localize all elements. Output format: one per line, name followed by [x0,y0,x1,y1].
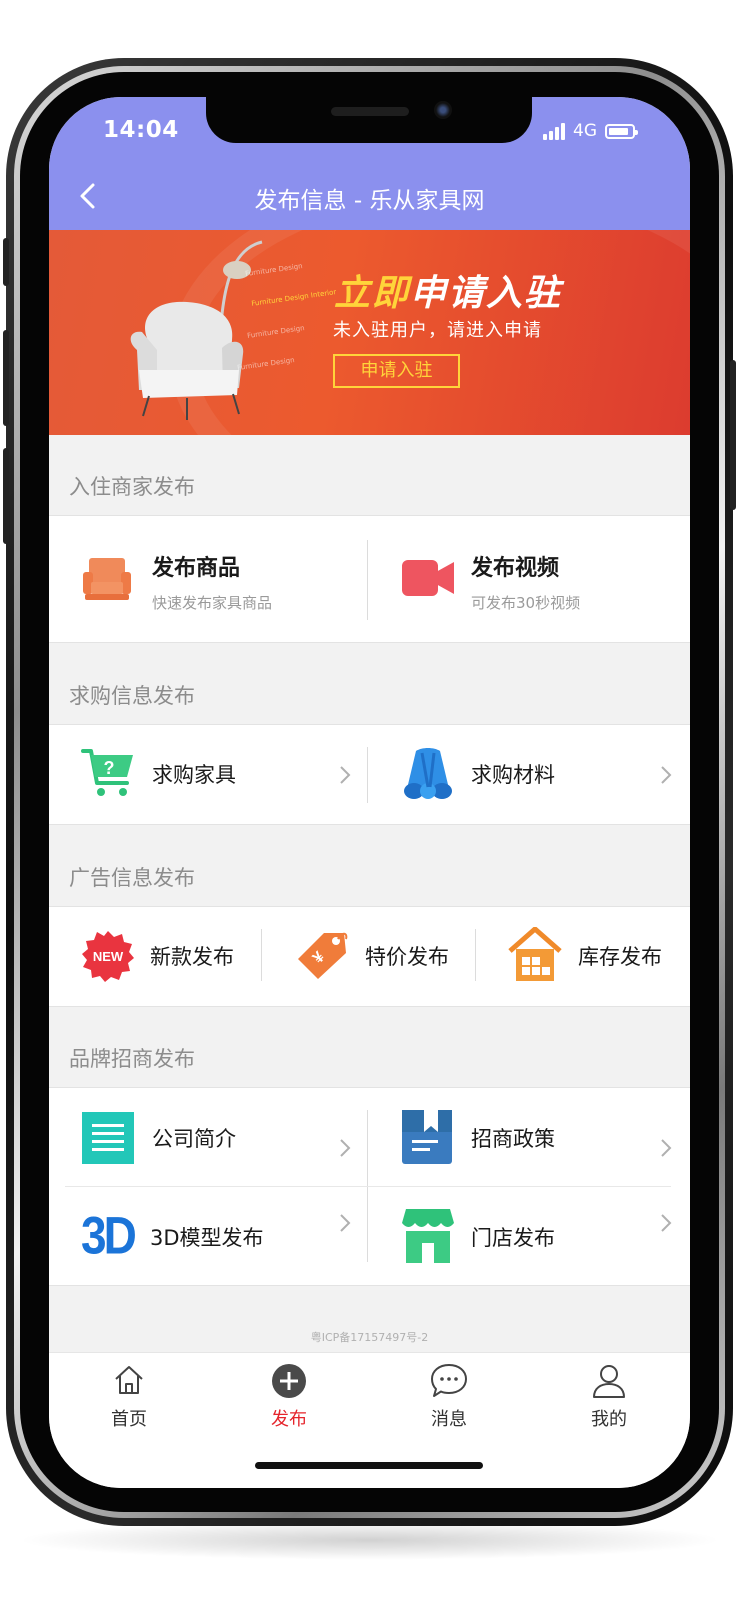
signal-icon [543,122,567,140]
home-indicator[interactable] [255,1462,483,1469]
chevron-right-icon [340,766,351,784]
item-label: 公司简介 [152,1127,236,1151]
chevron-right-icon [340,1214,351,1232]
icp-license: 粤ICP备17157497号-2 [310,1331,429,1344]
buy-materials-item[interactable]: 求购材料 [368,725,690,824]
list-document-icon [82,1112,134,1164]
bookmark-book-icon [402,1110,452,1164]
status-indicators: 4G [543,121,638,141]
item-label: 发布视频 [471,556,560,581]
banner-subtitle: 未入驻用户，请进入申请 [333,320,542,341]
video-camera-icon [402,560,454,596]
purchase-card: ? 求购家具 求购材料 [49,724,690,825]
merchant-card: 发布商品 快速发布家具商品 发布视频 可发布30秒视频 [49,515,690,643]
item-label: 招商政策 [471,1127,555,1151]
banner-headline: 立即申请入驻 [334,264,562,316]
item-sub: 可发布30秒视频 [471,594,581,612]
tab-publish[interactable]: 发布 [209,1363,369,1433]
store-publish-item[interactable]: 门店发布 [368,1187,690,1285]
tab-label: 发布 [271,1409,307,1430]
svg-text:NEW: NEW [93,949,124,964]
item-sub: 快速发布家具商品 [152,594,273,612]
volume-down-button [3,448,9,544]
publish-product-item[interactable]: 发布商品 快速发布家具商品 [49,516,367,642]
new-product-item[interactable]: NEW 新款发布 [49,907,261,1006]
home-icon [115,1366,143,1394]
fabric-rolls-icon [404,748,452,799]
banner-headline-part2: 申请入驻 [410,273,563,314]
chevron-right-icon [661,1139,672,1157]
3d-model-item[interactable]: 3D 3D模型发布 [49,1187,367,1285]
page-title: 发布信息 - 乐从家具网 [254,188,485,214]
warehouse-icon [508,927,562,981]
item-label: 特价发布 [365,945,449,969]
battery-icon [605,123,638,139]
notch [206,97,532,143]
chevron-right-icon [661,1214,672,1232]
status-time: 14:04 [103,117,179,143]
item-label: 发布商品 [152,556,241,581]
plus-circle-icon [272,1364,306,1398]
storefront-icon [402,1209,454,1263]
shopping-cart-icon: ? [81,749,133,796]
banner-headline-part1: 立即 [334,273,411,314]
speaker [331,107,409,116]
chevron-right-icon [340,1139,351,1157]
tab-messages[interactable]: 消息 [369,1363,529,1433]
tab-label: 我的 [591,1409,627,1430]
phone-screen: 14:04 4G 发布信息 - 乐从家具网 Furniture Design F… [49,97,690,1488]
front-camera [434,101,452,119]
mute-switch [3,238,9,286]
tab-home[interactable]: 首页 [49,1363,209,1433]
brand-card: 公司简介 招商政策 3D 3D模型发布 门店发布 [49,1087,690,1286]
user-icon [593,1365,625,1398]
apply-join-button[interactable]: 申请入驻 [333,354,460,388]
inventory-item[interactable]: 库存发布 [476,907,690,1006]
item-label: 新款发布 [150,945,234,969]
3d-icon: 3D [81,1205,137,1265]
investment-policy-item[interactable]: 招商政策 [368,1088,690,1186]
tab-label: 首页 [111,1409,147,1430]
svg-text:?: ? [104,758,115,778]
network-label: 4G [573,121,597,141]
special-price-item[interactable]: ¥ 特价发布 [262,907,475,1006]
item-label: 求购家具 [152,763,236,787]
chevron-right-icon [661,766,672,784]
item-label: 库存发布 [578,945,662,969]
price-tag-icon: ¥ [298,932,348,979]
buy-furniture-item[interactable]: ? 求购家具 [49,725,367,824]
section-title-purchase: 求购信息发布 [69,684,195,708]
volume-up-button [3,330,9,426]
ads-card: NEW 新款发布 ¥ 特价发布 库存发布 [49,906,690,1007]
chat-bubble-icon [431,1364,467,1397]
tab-profile[interactable]: 我的 [529,1363,689,1433]
app-header: 14:04 4G 发布信息 - 乐从家具网 [49,97,690,230]
tab-label: 消息 [431,1409,467,1430]
section-title-merchant: 入住商家发布 [69,475,195,499]
publish-video-item[interactable]: 发布视频 可发布30秒视频 [368,516,690,642]
join-banner[interactable]: Furniture Design Furniture Design Interi… [49,230,690,435]
item-label: 门店发布 [471,1226,555,1250]
section-title-ads: 广告信息发布 [69,866,195,890]
phone-shadow [16,1520,723,1560]
power-button [730,360,736,510]
company-intro-item[interactable]: 公司简介 [49,1088,367,1186]
sofa-icon [83,558,131,600]
section-title-brand: 品牌招商发布 [69,1047,195,1071]
item-label: 求购材料 [471,763,555,787]
item-label: 3D模型发布 [150,1226,264,1250]
new-badge-icon: NEW [82,931,134,982]
